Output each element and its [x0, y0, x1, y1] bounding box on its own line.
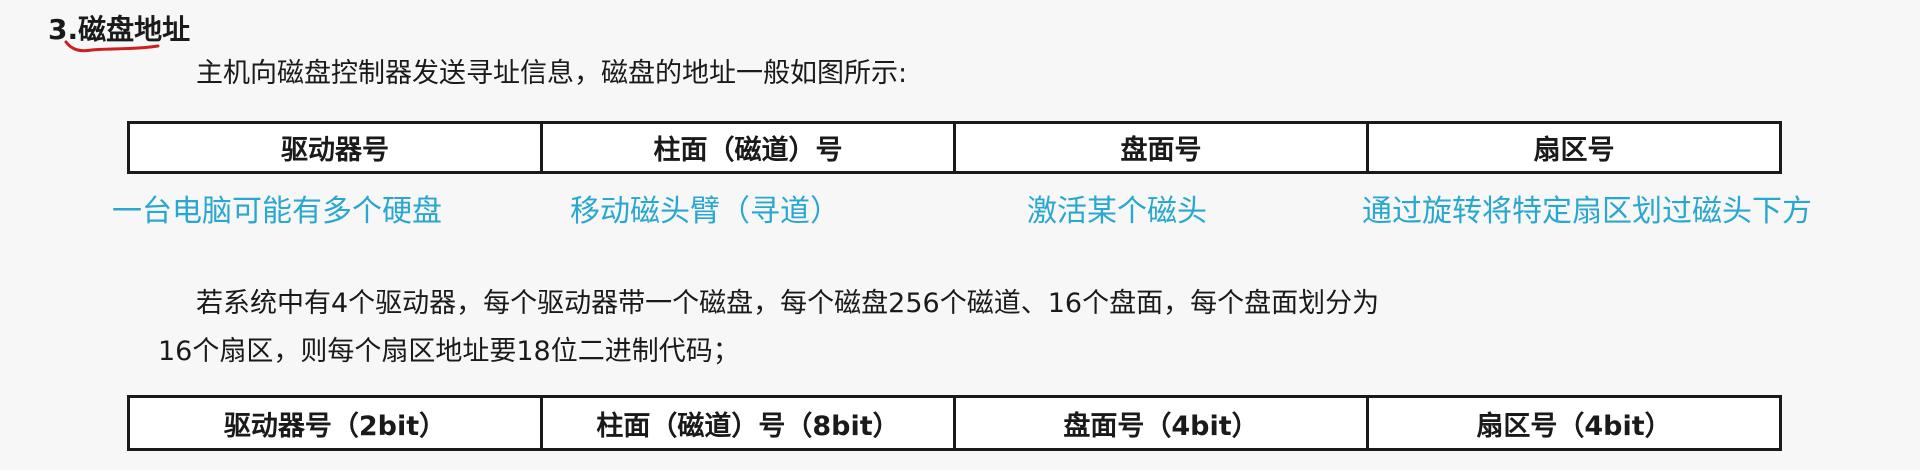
drive-number-cell: 驱动器号 [127, 121, 543, 174]
intro-text: 主机向磁盘控制器发送寻址信息，磁盘的地址一般如图所示: [196, 58, 908, 89]
sector-note: 通过旋转将特定扇区划过磁头下方 [1362, 194, 1812, 229]
drive-note: 一台电脑可能有多个硬盘 [112, 194, 442, 229]
slide-page: 3.磁盘地址 主机向磁盘控制器发送寻址信息，磁盘的地址一般如图所示: 驱动器号 … [0, 0, 1920, 470]
surface-note: 激活某个磁头 [1027, 194, 1207, 229]
surface-number-cell: 盘面号 [953, 121, 1369, 174]
example-paragraph: 若系统中有4个驱动器，每个驱动器带一个磁盘，每个磁盘256个磁道、16个盘面，每… [158, 280, 1379, 376]
table-row: 驱动器号 柱面（磁道）号 盘面号 扇区号 [127, 121, 1782, 174]
sector-bits-cell: 扇区号（4bit） [1366, 395, 1782, 451]
paragraph-line-1: 若系统中有4个驱动器，每个驱动器带一个磁盘，每个磁盘256个磁道、16个盘面，每… [196, 288, 1380, 319]
cylinder-bits-cell: 柱面（磁道）号（8bit） [540, 395, 956, 451]
cylinder-note: 移动磁头臂（寻道） [570, 194, 840, 229]
surface-bits-cell: 盘面号（4bit） [953, 395, 1369, 451]
disk-address-bits-table: 驱动器号（2bit） 柱面（磁道）号（8bit） 盘面号（4bit） 扇区号（4… [127, 395, 1782, 451]
drive-bits-cell: 驱动器号（2bit） [127, 395, 543, 451]
disk-address-table: 驱动器号 柱面（磁道）号 盘面号 扇区号 [127, 121, 1782, 174]
sector-number-cell: 扇区号 [1366, 121, 1782, 174]
cylinder-number-cell: 柱面（磁道）号 [540, 121, 956, 174]
red-pen-underline [64, 40, 160, 53]
paragraph-line-2: 16个扇区，则每个扇区地址要18位二进制代码； [158, 336, 740, 367]
table-row: 驱动器号（2bit） 柱面（磁道）号（8bit） 盘面号（4bit） 扇区号（4… [127, 395, 1782, 451]
